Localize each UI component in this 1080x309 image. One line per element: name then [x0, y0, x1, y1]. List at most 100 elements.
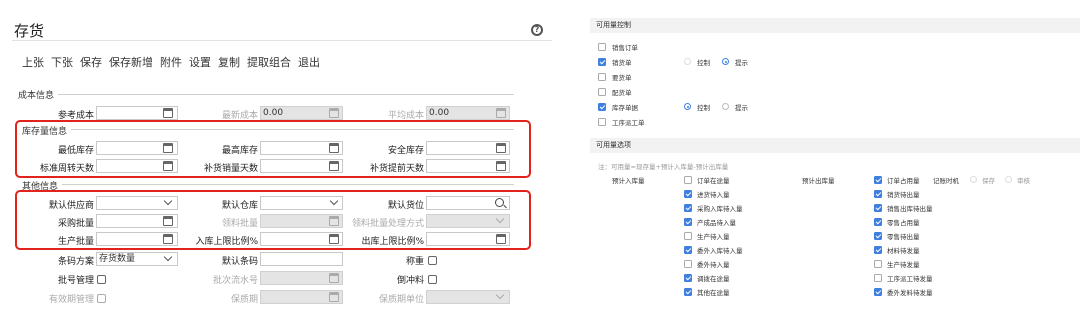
- sales-order-checkbox[interactable]: [598, 43, 606, 51]
- save-button[interactable]: 保存: [80, 54, 102, 70]
- calculator-icon[interactable]: [329, 234, 339, 244]
- calculator-icon: [329, 292, 339, 302]
- out-item-checkbox[interactable]: [874, 274, 882, 282]
- avail-options-header: 可用量选项: [590, 138, 1080, 153]
- page-title: 存货: [14, 22, 45, 40]
- batch-mgmt-label: 批号管理: [57, 276, 94, 286]
- toolbar: 上张 下张 保存 保存新增 附件 设置 复制 提取组合 退出: [22, 54, 320, 70]
- in-item-label: 委外待入量: [697, 261, 730, 269]
- default-barcode-input[interactable]: [260, 252, 343, 266]
- in-item-checkbox[interactable]: [684, 204, 692, 212]
- sales-delivery-checkbox[interactable]: [598, 58, 606, 66]
- other-section-line: [60, 184, 514, 185]
- barcode-scheme-label: 条码方案: [57, 257, 94, 267]
- out-item-checkbox[interactable]: [874, 246, 882, 254]
- inventory-section-title: 库存量信息: [22, 124, 72, 137]
- record-time-audit-label: 审核: [1017, 177, 1030, 185]
- in-item-checkbox[interactable]: [684, 274, 692, 282]
- in-item-label: 委外入库待入量: [697, 247, 743, 255]
- sales-delivery-hint-radio[interactable]: [722, 58, 729, 65]
- title-divider: [12, 40, 552, 41]
- settings-button[interactable]: 设置: [189, 54, 211, 70]
- record-time-audit-radio[interactable]: [1005, 176, 1012, 183]
- outbound-limit-label: 出库上限比例%: [361, 237, 424, 247]
- backflush-checkbox[interactable]: [428, 275, 437, 284]
- batch-mgmt-checkbox[interactable]: [97, 275, 106, 284]
- shelf-life-unit-label: 保质期单位: [378, 295, 424, 305]
- calculator-icon[interactable]: [329, 161, 339, 171]
- stock-doc-checkbox[interactable]: [598, 103, 606, 111]
- help-icon[interactable]: ?: [531, 24, 543, 36]
- in-item-checkbox[interactable]: [684, 260, 692, 268]
- distribution-checkbox[interactable]: [598, 88, 606, 96]
- avail-control-header: 可用量控制: [590, 18, 1080, 33]
- distribution-label: 配货单: [612, 89, 632, 97]
- calculator-icon: [329, 216, 339, 226]
- stock-doc-control-radio[interactable]: [684, 103, 691, 110]
- stock-doc-hint-radio[interactable]: [722, 103, 729, 110]
- calculator-icon[interactable]: [163, 161, 173, 171]
- process-dispatch-checkbox[interactable]: [598, 118, 606, 126]
- calculator-icon: [496, 108, 506, 118]
- out-item-checkbox[interactable]: [874, 260, 882, 268]
- requisition-label: 要货单: [612, 74, 632, 82]
- out-item-checkbox[interactable]: [874, 204, 882, 212]
- record-time-save-radio[interactable]: [970, 176, 977, 183]
- out-item-checkbox[interactable]: [874, 176, 882, 184]
- calculator-icon[interactable]: [329, 143, 339, 153]
- in-item-checkbox[interactable]: [684, 190, 692, 198]
- exit-button[interactable]: 退出: [298, 54, 320, 70]
- in-item-checkbox[interactable]: [684, 176, 692, 184]
- calculator-icon: [329, 273, 339, 283]
- calculator-icon[interactable]: [163, 216, 173, 226]
- in-item-label: 调拨在途量: [697, 275, 730, 283]
- in-item-checkbox[interactable]: [684, 232, 692, 240]
- default-supplier-label: 默认供应商: [48, 201, 94, 211]
- in-item-checkbox[interactable]: [684, 246, 692, 254]
- min-stock-label: 最低库存: [57, 146, 94, 156]
- in-item-checkbox[interactable]: [684, 288, 692, 296]
- calculator-icon[interactable]: [163, 108, 173, 118]
- stock-doc-hint-label: 提示: [735, 104, 748, 112]
- copy-button[interactable]: 复制: [218, 54, 240, 70]
- calculator-icon[interactable]: [163, 143, 173, 153]
- replenish-days-label: 补货销量天数: [203, 164, 258, 174]
- calculator-icon[interactable]: [496, 161, 506, 171]
- next-button[interactable]: 下张: [51, 54, 73, 70]
- purchase-batch-label: 采购批量: [57, 219, 94, 229]
- out-item-label: 销货待出量: [887, 191, 920, 199]
- record-time-label: 记账时机: [933, 177, 959, 185]
- max-stock-label: 最高库存: [221, 146, 258, 156]
- stock-doc-control-label: 控制: [697, 104, 710, 112]
- extract-combo-button[interactable]: 提取组合: [247, 54, 291, 70]
- out-item-checkbox[interactable]: [874, 218, 882, 226]
- record-time-save-label: 保存: [982, 177, 995, 185]
- calculator-icon[interactable]: [496, 143, 506, 153]
- calculator-icon[interactable]: [496, 234, 506, 244]
- backflush-label: 倒冲料: [396, 276, 424, 286]
- sales-delivery-control-radio[interactable]: [684, 58, 691, 65]
- calculator-icon[interactable]: [163, 234, 173, 244]
- out-item-label: 生产待发量: [887, 261, 920, 269]
- in-item-checkbox[interactable]: [684, 218, 692, 226]
- requisition-checkbox[interactable]: [598, 73, 606, 81]
- out-item-label: 订单占用量: [887, 177, 920, 185]
- prev-button[interactable]: 上张: [22, 54, 44, 70]
- inbound-limit-label: 入库上限比例%: [195, 237, 258, 247]
- formula-note: 注：可用量=现存量+预计入库量-预计出库量: [598, 163, 729, 171]
- production-batch-label: 生产批量: [57, 237, 94, 247]
- out-item-checkbox[interactable]: [874, 190, 882, 198]
- default-warehouse-select[interactable]: [260, 196, 343, 210]
- weighing-checkbox[interactable]: [428, 256, 437, 265]
- in-item-label: 进货待入量: [697, 191, 730, 199]
- search-icon[interactable]: [495, 198, 504, 207]
- attachment-button[interactable]: 附件: [160, 54, 182, 70]
- batch-serial-label: 批次流水号: [212, 276, 258, 286]
- weighing-label: 称重: [405, 257, 424, 267]
- out-item-label: 委外发料待发量: [887, 289, 933, 297]
- out-item-checkbox[interactable]: [874, 288, 882, 296]
- cost-section-title: 成本信息: [18, 88, 59, 101]
- out-item-checkbox[interactable]: [874, 232, 882, 240]
- save-new-button[interactable]: 保存新增: [109, 54, 153, 70]
- safety-stock-label: 安全库存: [387, 146, 424, 156]
